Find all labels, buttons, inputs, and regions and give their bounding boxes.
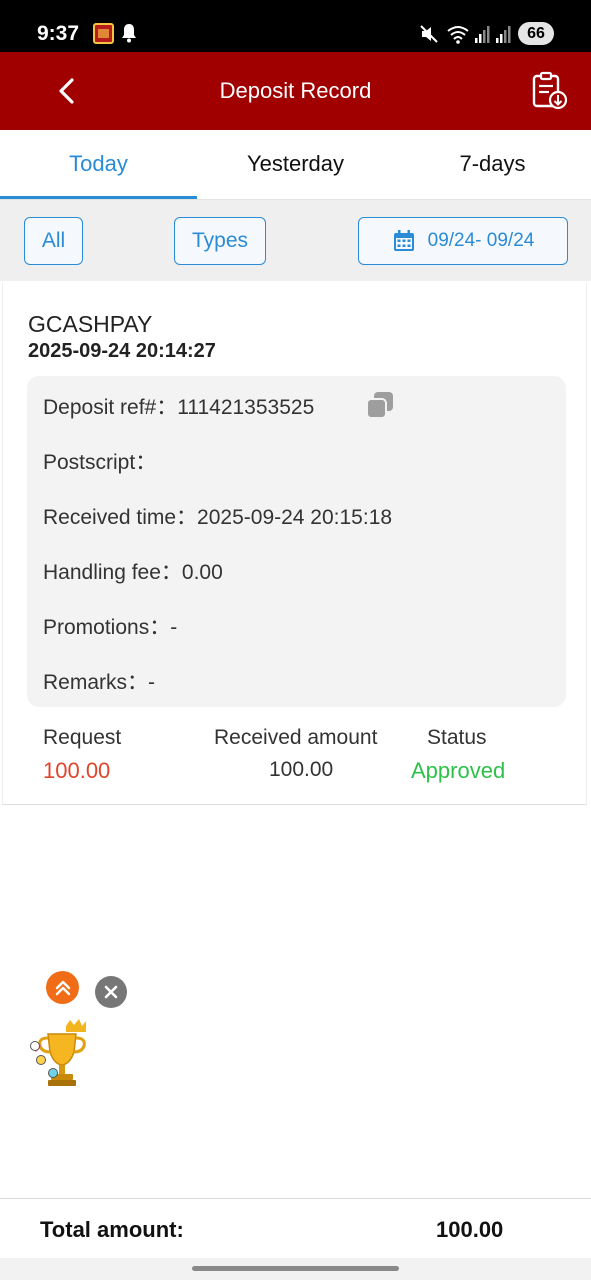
date-range-label: 09/24- 09/24 [427,230,535,251]
total-amount-value: 100.00 [436,1217,504,1242]
home-gesture-handle[interactable] [192,1266,399,1271]
close-icon [104,985,118,999]
scroll-up-icon [55,980,70,995]
deposit-record-card: GCASHPAY 2025-09-24 20:14:27 Deposit ref… [2,283,587,805]
request-label: Request [43,726,122,749]
total-footer: Total amount: 100.00 [0,1198,591,1258]
deposit-ref: Deposit ref#：111421353525 [43,396,315,419]
status-badge: Approved [411,758,506,783]
app-notification-icon [93,23,114,44]
status-label: Status [427,726,487,749]
trophy-icon[interactable] [26,1018,96,1090]
promotions: Promotions：- [43,616,178,639]
signal-icon [496,26,511,43]
tab-today[interactable]: Today [0,130,197,200]
total-amount-label: Total amount: [40,1217,184,1242]
request-value: 100.00 [43,758,111,783]
scroll-up-button[interactable] [46,971,79,1004]
received-time: Received time：2025-09-24 20:15:18 [43,506,393,529]
copy-icon[interactable] [365,390,395,420]
received-amount-value: 100.00 [269,758,334,781]
tab-7-days[interactable]: 7-days [394,130,591,200]
handling-fee: Handling fee：0.00 [43,561,223,584]
system-nav-bar [0,1258,591,1280]
signal-icon [475,26,490,43]
received-amount-label: Received amount [214,726,378,749]
bell-icon [122,24,136,43]
app-header: Deposit Record [0,52,591,130]
filter-bar: All Types 09/24- 09/24 [0,200,591,281]
filter-types-button[interactable]: Types [174,217,266,265]
remarks: Remarks：- [43,671,156,694]
postscript: Postscript： [43,451,157,474]
download-record-icon [532,71,568,110]
active-tab-indicator [0,196,197,199]
date-tabs: Today Yesterday 7-days [0,130,591,200]
wifi-icon [447,26,469,44]
download-record-button[interactable] [528,70,570,112]
page-title: Deposit Record [219,78,372,103]
record-details: Deposit ref#：111421353525 Postscript： Re… [27,376,566,707]
payment-method: GCASHPAY [28,311,153,337]
battery-indicator: 66 [518,22,554,45]
filter-all-button[interactable]: All [24,217,83,265]
calendar-icon [393,230,414,251]
tab-yesterday[interactable]: Yesterday [197,130,394,200]
status-bar: 9:37 66 [0,0,591,52]
date-range-button[interactable]: 09/24- 09/24 [358,217,568,265]
record-datetime: 2025-09-24 20:14:27 [28,340,216,362]
status-time: 9:37 [37,22,80,45]
close-widget-button[interactable] [95,976,127,1008]
mute-icon [420,25,438,43]
